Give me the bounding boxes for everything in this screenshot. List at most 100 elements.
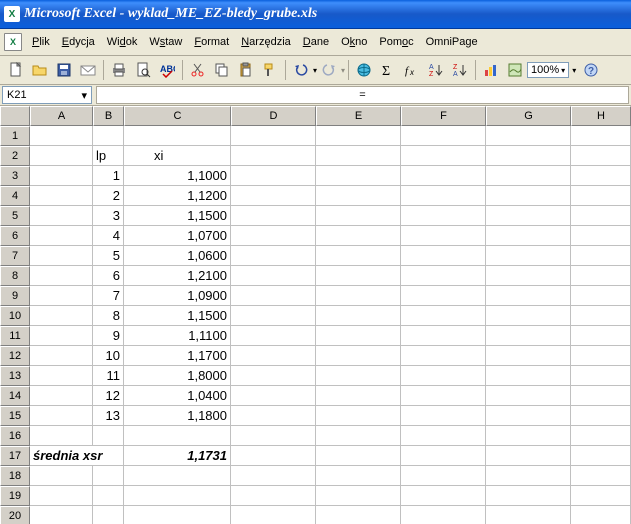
cell-G18[interactable]	[486, 466, 571, 486]
row-header-9[interactable]: 9	[0, 286, 30, 306]
row-header-8[interactable]: 8	[0, 266, 30, 286]
row-header-14[interactable]: 14	[0, 386, 30, 406]
cell-D5[interactable]	[231, 206, 316, 226]
cell-E15[interactable]	[316, 406, 401, 426]
cell-B8[interactable]: 6	[93, 266, 124, 286]
cell-E4[interactable]	[316, 186, 401, 206]
chart-icon[interactable]	[480, 59, 502, 81]
print-preview-icon[interactable]	[132, 59, 154, 81]
cell-D16[interactable]	[231, 426, 316, 446]
undo-dropdown-icon[interactable]: ▾	[313, 66, 317, 75]
zoom-combo[interactable]: 100%▾	[527, 62, 569, 78]
cell-A1[interactable]	[30, 126, 93, 146]
cell-E6[interactable]	[316, 226, 401, 246]
cell-A19[interactable]	[30, 486, 93, 506]
cell-H13[interactable]	[571, 366, 631, 386]
menu-wstaw[interactable]: Wstaw	[143, 34, 188, 50]
cell-D3[interactable]	[231, 166, 316, 186]
formula-input[interactable]: =	[96, 86, 629, 104]
cell-E16[interactable]	[316, 426, 401, 446]
row-header-6[interactable]: 6	[0, 226, 30, 246]
sort-desc-icon[interactable]: ZA	[449, 59, 471, 81]
cell-F11[interactable]	[401, 326, 486, 346]
cell-F4[interactable]	[401, 186, 486, 206]
row-header-1[interactable]: 1	[0, 126, 30, 146]
copy-icon[interactable]	[211, 59, 233, 81]
row-header-4[interactable]: 4	[0, 186, 30, 206]
row-header-2[interactable]: 2	[0, 146, 30, 166]
cell-B5[interactable]: 3	[93, 206, 124, 226]
cell-F1[interactable]	[401, 126, 486, 146]
cell-B13[interactable]: 11	[93, 366, 124, 386]
email-icon[interactable]	[77, 59, 99, 81]
cell-C19[interactable]	[124, 486, 231, 506]
cell-C3[interactable]: 1,1000	[124, 166, 231, 186]
cell-H4[interactable]	[571, 186, 631, 206]
row-header-11[interactable]: 11	[0, 326, 30, 346]
cell-D15[interactable]	[231, 406, 316, 426]
cell-A14[interactable]	[30, 386, 93, 406]
cell-B16[interactable]	[93, 426, 124, 446]
cell-E18[interactable]	[316, 466, 401, 486]
cell-D9[interactable]	[231, 286, 316, 306]
col-header-D[interactable]: D	[231, 106, 316, 126]
cell-A7[interactable]	[30, 246, 93, 266]
cell-H9[interactable]	[571, 286, 631, 306]
row-header-19[interactable]: 19	[0, 486, 30, 506]
cell-H17[interactable]	[571, 446, 631, 466]
cell-H16[interactable]	[571, 426, 631, 446]
cell-A2[interactable]	[30, 146, 93, 166]
cell-G3[interactable]	[486, 166, 571, 186]
cell-H7[interactable]	[571, 246, 631, 266]
print-icon[interactable]	[108, 59, 130, 81]
cell-F15[interactable]	[401, 406, 486, 426]
cell-D8[interactable]	[231, 266, 316, 286]
help-icon[interactable]: ?	[580, 59, 602, 81]
cell-B4[interactable]: 2	[93, 186, 124, 206]
cell-F2[interactable]	[401, 146, 486, 166]
cell-G16[interactable]	[486, 426, 571, 446]
cell-H19[interactable]	[571, 486, 631, 506]
col-header-E[interactable]: E	[316, 106, 401, 126]
row-header-18[interactable]: 18	[0, 466, 30, 486]
cell-G20[interactable]	[486, 506, 571, 524]
row-header-16[interactable]: 16	[0, 426, 30, 446]
cell-C11[interactable]: 1,1100	[124, 326, 231, 346]
col-header-H[interactable]: H	[571, 106, 631, 126]
cell-G13[interactable]	[486, 366, 571, 386]
cell-G17[interactable]	[486, 446, 571, 466]
cell-D17[interactable]	[231, 446, 316, 466]
cell-D1[interactable]	[231, 126, 316, 146]
cell-B14[interactable]: 12	[93, 386, 124, 406]
row-header-5[interactable]: 5	[0, 206, 30, 226]
cell-E3[interactable]	[316, 166, 401, 186]
cell-H11[interactable]	[571, 326, 631, 346]
cell-F20[interactable]	[401, 506, 486, 524]
cell-H8[interactable]	[571, 266, 631, 286]
col-header-A[interactable]: A	[30, 106, 93, 126]
cell-A15[interactable]	[30, 406, 93, 426]
menu-narzędzia[interactable]: Narzędzia	[235, 34, 297, 50]
cell-H15[interactable]	[571, 406, 631, 426]
redo-dropdown-icon[interactable]: ▾	[341, 66, 345, 75]
cell-A17[interactable]: średnia xsr	[30, 446, 124, 466]
cell-A12[interactable]	[30, 346, 93, 366]
cell-E19[interactable]	[316, 486, 401, 506]
cell-C6[interactable]: 1,0700	[124, 226, 231, 246]
cell-C10[interactable]: 1,1500	[124, 306, 231, 326]
cell-E5[interactable]	[316, 206, 401, 226]
row-header-15[interactable]: 15	[0, 406, 30, 426]
cell-D2[interactable]	[231, 146, 316, 166]
cell-D13[interactable]	[231, 366, 316, 386]
cell-H1[interactable]	[571, 126, 631, 146]
menu-edycja[interactable]: Edycja	[56, 34, 101, 50]
row-header-20[interactable]: 20	[0, 506, 30, 524]
cell-C17[interactable]: 1,1731	[124, 446, 231, 466]
row-header-17[interactable]: 17	[0, 446, 30, 466]
spreadsheet-grid[interactable]: ABCDEFGH 12lpxi311,1000421,1200531,15006…	[0, 106, 631, 524]
cell-G8[interactable]	[486, 266, 571, 286]
cell-E20[interactable]	[316, 506, 401, 524]
col-header-G[interactable]: G	[486, 106, 571, 126]
cell-C9[interactable]: 1,0900	[124, 286, 231, 306]
cell-G4[interactable]	[486, 186, 571, 206]
